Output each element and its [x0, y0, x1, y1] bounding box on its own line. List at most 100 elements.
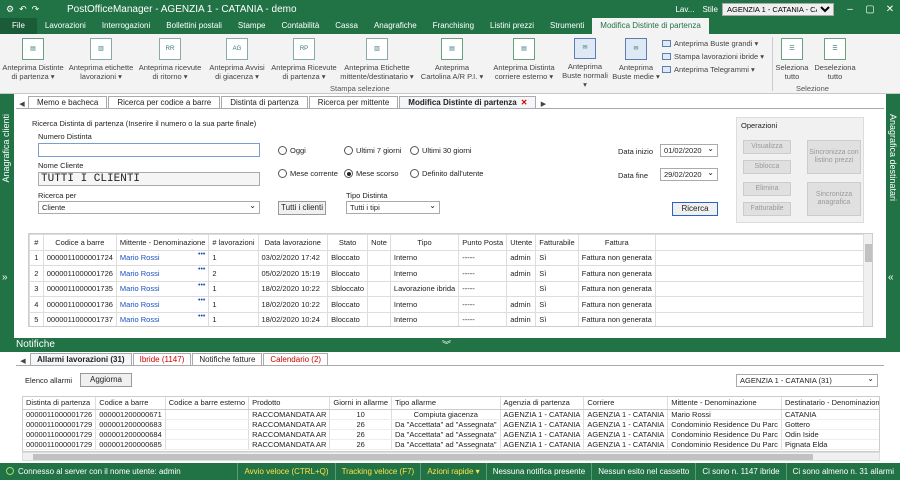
tab-prev-icon[interactable]: ◀ [16, 357, 30, 365]
grid-header-cell[interactable]: Codice a barre [42, 234, 117, 251]
anteprima-avvisi-button[interactable]: AG Anteprima Avvisi di giacenza ▾ [204, 34, 270, 89]
doctab-modifica-distinte[interactable]: Modifica Distinte di partenza ✕ [399, 96, 537, 108]
anteprima-distinta-corriere-button[interactable]: ▤ Anteprima Distinta corriere esterno ▾ [488, 34, 560, 89]
allarmi-header-cell[interactable]: Distinta di partenza [23, 397, 97, 410]
radio-mese-scorso[interactable]: Mese scorso [344, 169, 399, 178]
allarmi-header-cell[interactable]: Codice a barre esterno [165, 397, 250, 410]
avvio-veloce[interactable]: Avvio veloce (CTRL+Q) [238, 463, 336, 480]
data-inizio-picker[interactable]: 01/02/2020 [660, 143, 718, 157]
grid-header-cell[interactable]: # lavorazioni [208, 234, 259, 251]
table-row[interactable]: 0000011000001726 000001200000671 RACCOMAND… [23, 409, 879, 420]
collapse-icon[interactable]: ︾ [442, 338, 451, 352]
doctab-ricerca-codice[interactable]: Ricerca per codice a barre [108, 96, 221, 108]
allarmi-header-cell[interactable]: Corriere [583, 397, 669, 410]
close-icon[interactable]: ✕ [880, 4, 900, 15]
grid-header-cell[interactable]: # [29, 234, 44, 251]
anteprima-buste-medie-button[interactable]: ✉ Anteprima Buste medie ▾ [610, 34, 662, 89]
tab-calendario[interactable]: Calendario (2) [263, 353, 329, 365]
lav-label[interactable]: Lav... [675, 5, 694, 14]
stile-menu[interactable]: Stile [702, 5, 718, 14]
tipo-distinta-select[interactable]: Tutti i tipi [346, 200, 440, 214]
tab-listini[interactable]: Listini prezzi [482, 18, 542, 34]
tab-ibride[interactable]: Ibride (1147) [132, 353, 192, 365]
more-icon[interactable]: ••• [198, 251, 205, 258]
allarmi-header-cell[interactable]: Destinatario - Denominazione [781, 397, 879, 410]
seleziona-tutto-button[interactable]: ☰ Seleziona tutto [773, 34, 811, 89]
anteprima-etichette-mittente-button[interactable]: ▥ Anteprima Etichette mittente/destinatari… [338, 34, 416, 89]
allarmi-header-cell[interactable]: Tipo allarme [391, 397, 501, 410]
anteprima-cartolina-button[interactable]: ▤ Anteprima Cartolina A/R P.I. ▾ [416, 34, 488, 89]
numero-distinta-input[interactable] [38, 143, 260, 157]
tab-anagrafiche[interactable]: Anagrafiche [366, 18, 425, 34]
table-row[interactable]: 3 0000011000001735 Mario Rossi ••• 1 18/02/20… [29, 280, 872, 297]
tab-bollettini[interactable]: Bollettini postali [158, 18, 230, 34]
allarmi-header-cell[interactable]: Prodotto [248, 397, 331, 410]
maximize-icon[interactable]: ▢ [860, 4, 880, 15]
grid-header-cell[interactable]: Fattura [577, 234, 656, 251]
agency-filter-select[interactable]: AGENZIA 1 - CATANIA (31) [736, 373, 878, 387]
allarmi-header-cell[interactable]: Mittente - Denominazione [667, 397, 782, 410]
scrollbar-thumb[interactable] [33, 454, 813, 460]
left-sidebar[interactable]: Anagrafica clienti » [0, 94, 14, 341]
table-row[interactable]: 1 0000011000001724 Mario Rossi ••• 1 03/02/20… [29, 249, 872, 266]
azioni-rapide[interactable]: Azioni rapide ▾ [421, 463, 487, 480]
allarmi-header-cell[interactable]: Codice a barre [95, 397, 166, 410]
ibride-status[interactable]: Ci sono n. 1147 ibride [696, 463, 787, 480]
visualizza-button[interactable]: Visualizza [743, 140, 791, 154]
tab-prev-icon[interactable]: ◀ [16, 100, 28, 108]
tab-contabilita[interactable]: Contabilità [273, 18, 327, 34]
tab-next-icon[interactable]: ▶ [537, 100, 549, 108]
radio-definito-utente[interactable]: Definito dall'utente [410, 169, 483, 178]
sync-listino-button[interactable]: Sincronizza con listino prezzi [807, 140, 861, 174]
aggiorna-button[interactable]: Aggiorna [80, 373, 132, 387]
data-fine-picker[interactable]: 29/02/2020 [660, 167, 718, 181]
more-icon[interactable]: ••• [198, 282, 205, 289]
tab-allarmi[interactable]: Allarmi lavorazioni (31) [30, 353, 132, 365]
grid-header-cell[interactable]: Fatturabile [535, 234, 579, 251]
tab-strumenti[interactable]: Strumenti [542, 18, 592, 34]
grid-header-cell[interactable]: Mittente - Denominazione [115, 234, 210, 251]
more-icon[interactable]: ••• [198, 297, 205, 304]
allarmi-header-cell[interactable]: Giorni in allarme [329, 397, 392, 410]
close-tab-icon[interactable]: ✕ [521, 98, 528, 107]
allarmi-header-cell[interactable]: Agenzia di partenza [500, 397, 585, 410]
more-icon[interactable]: ••• [198, 266, 205, 273]
more-icon[interactable]: ••• [198, 313, 205, 320]
sync-anagrafica-button[interactable]: Sincronizza anagrafica [807, 182, 861, 216]
expand-right-icon[interactable]: » [2, 272, 8, 283]
tab-franchising[interactable]: Franchising [425, 18, 482, 34]
app-icon[interactable]: ⚙ [6, 4, 14, 15]
grid-header-cell[interactable]: Data lavorazione [257, 234, 329, 251]
tab-interrogazioni[interactable]: Interrogazioni [94, 18, 158, 34]
deseleziona-tutto-button[interactable]: ☰ Deseleziona tutto [811, 34, 859, 89]
undo-icon[interactable]: ↶ [19, 4, 27, 15]
table-row[interactable]: 4 0000011000001736 Mario Rossi ••• 1 18/02/20… [29, 296, 872, 313]
radio-30-giorni[interactable]: Ultimi 30 giorni [410, 146, 472, 155]
file-tab[interactable]: File [0, 18, 37, 34]
minimize-icon[interactable]: – [840, 4, 860, 15]
radio-7-giorni[interactable]: Ultimi 7 giorni [344, 146, 401, 155]
allarmi-hscrollbar[interactable] [22, 452, 880, 461]
table-row[interactable]: 5 0000011000001737 Mario Rossi ••• 1 18/02/20… [29, 311, 872, 326]
grid-header-cell[interactable]: Stato [327, 234, 369, 251]
doctab-distinta[interactable]: Distinta di partenza [221, 96, 308, 108]
grid-header-cell[interactable]: Note [367, 234, 391, 251]
tab-lavorazioni[interactable]: Lavorazioni [37, 18, 94, 34]
table-row[interactable]: 0000011000001729 000001200000683 RACCOMAND… [23, 419, 879, 430]
table-row[interactable]: 2 0000011000001726 Mario Rossi ••• 2 05/02/20… [29, 265, 872, 282]
tab-notifiche-fatture[interactable]: Notifiche fatture [192, 353, 263, 365]
allarmi-status[interactable]: Ci sono almeno n. 31 allarmi [787, 463, 900, 480]
tutti-clienti-button[interactable]: Tutti i clienti [278, 201, 326, 215]
tab-cassa[interactable]: Cassa [327, 18, 366, 34]
anteprima-buste-normali-button[interactable]: ✉ Anteprima Buste normali ▾ [560, 34, 610, 89]
grid-header-cell[interactable]: Tipo [389, 234, 460, 251]
grid-header-cell[interactable]: Punto Posta [458, 234, 508, 251]
tab-modifica-distinte[interactable]: Modifica Distinte di partenza [592, 18, 709, 34]
redo-icon[interactable]: ↷ [32, 4, 40, 15]
tab-stampe[interactable]: Stampe [230, 18, 274, 34]
sblocca-button[interactable]: Sblocca [743, 160, 791, 174]
right-sidebar[interactable]: Anagrafica destinatari « [886, 94, 900, 341]
table-row[interactable]: 0000011000001729 000001200000684 RACCOMAND… [23, 429, 879, 440]
fatturabile-button[interactable]: Fatturabile [743, 202, 791, 216]
stampa-ibride-button[interactable]: Stampa lavorazioni ibride ▾ [662, 52, 772, 61]
